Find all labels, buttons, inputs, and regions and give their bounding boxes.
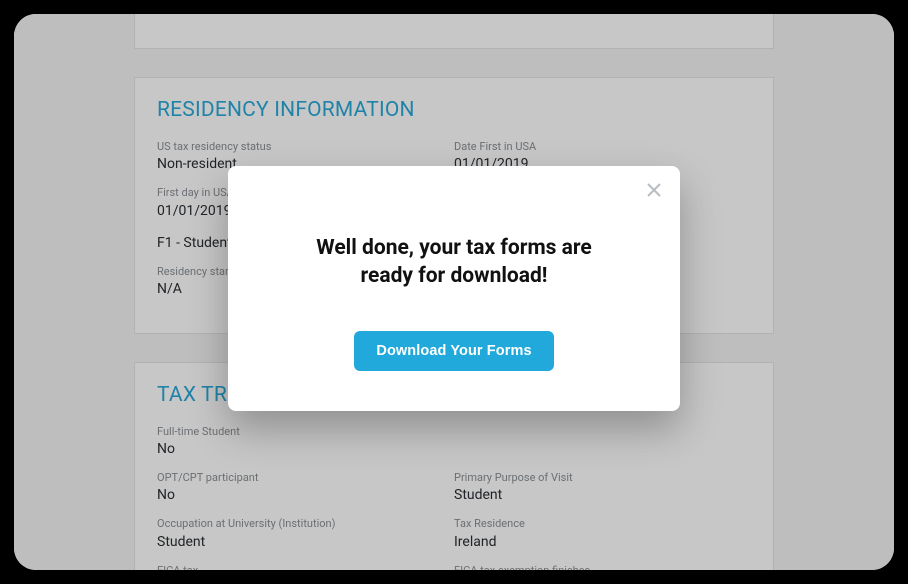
download-forms-button[interactable]: Download Your Forms	[354, 331, 553, 371]
field-value: No	[157, 441, 751, 457]
field-value: Ireland	[454, 534, 751, 550]
field-label: FICA tax exemption finishes	[454, 564, 751, 570]
modal-title: Well done, your tax forms are ready for …	[268, 234, 640, 291]
close-button[interactable]	[644, 180, 664, 200]
field-label: Full-time Student	[157, 425, 751, 439]
modal-title-line: ready for download!	[361, 264, 548, 288]
field-label: US tax residency status	[157, 140, 454, 154]
field-label: Primary Purpose of Visit	[454, 471, 751, 485]
field-primary-purpose: Primary Purpose of Visit Student	[454, 471, 751, 503]
field-fica-tax: FICA tax Exempt	[157, 564, 454, 570]
field-fica-end: FICA tax exemption finishes 05/01/2022	[454, 564, 751, 570]
field-label: Tax Residence	[454, 517, 751, 531]
close-icon	[647, 183, 661, 197]
previous-section-panel	[134, 14, 774, 49]
field-label: OPT/CPT participant	[157, 471, 454, 485]
residency-title: RESIDENCY INFORMATION	[157, 98, 751, 122]
field-value: Student	[454, 487, 751, 503]
field-occupation: Occupation at University (Institution) S…	[157, 517, 454, 549]
field-label: Date First in USA	[454, 140, 751, 154]
field-label: FICA tax	[157, 564, 454, 570]
download-modal: Well done, your tax forms are ready for …	[228, 166, 680, 411]
field-tax-residence: Tax Residence Ireland	[454, 517, 751, 549]
field-fulltime-student: Full-time Student No	[157, 425, 751, 457]
modal-title-line: Well done, your tax forms are	[316, 236, 591, 260]
field-value: Student	[157, 534, 454, 550]
field-value: No	[157, 487, 454, 503]
field-opt-cpt: OPT/CPT participant No	[157, 471, 454, 503]
field-label: Occupation at University (Institution)	[157, 517, 454, 531]
